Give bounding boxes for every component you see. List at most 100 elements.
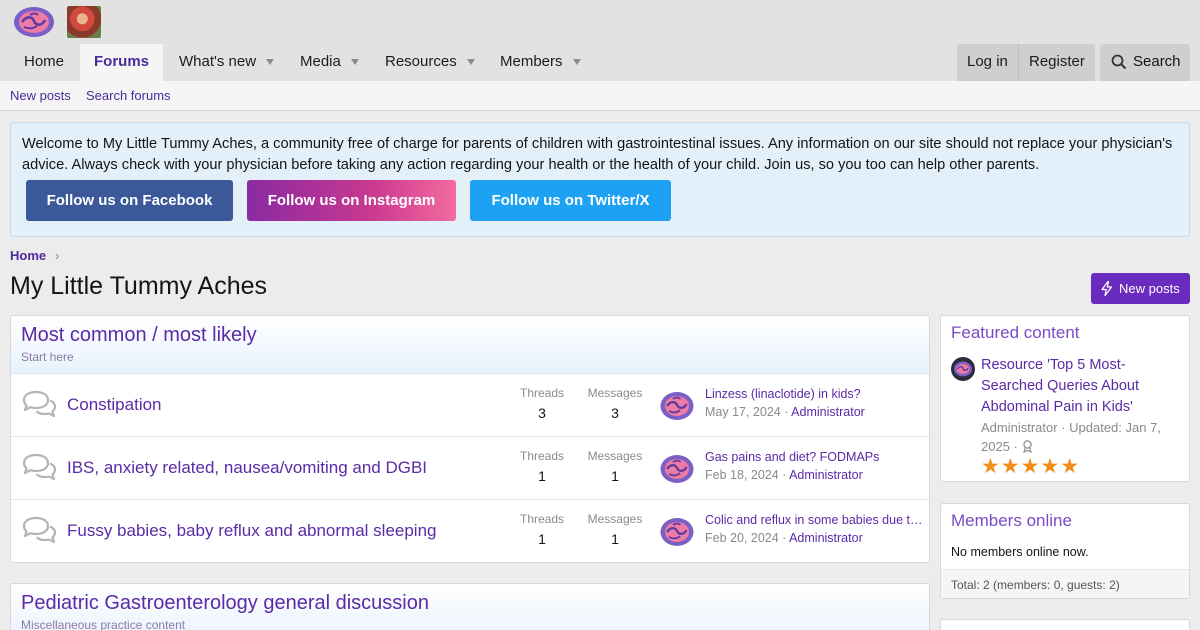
category-header: Pediatric Gastroenterology general discu… [11,584,929,630]
chevron-down-icon[interactable] [466,59,475,66]
welcome-notice: Welcome to My Little Tummy Aches, a comm… [10,122,1190,237]
forum-row: Constipation Threads 3 Messages 3 Linzes… [11,374,929,437]
category-header: Most common / most likely Start here [11,316,929,374]
nav-media[interactable]: Media [286,44,373,81]
avatar[interactable] [659,453,695,485]
award-icon [1022,440,1032,454]
category-block: Pediatric Gastroenterology general discu… [10,583,930,630]
threads-count: 1 [538,531,546,547]
login-button[interactable]: Log in [957,44,1018,81]
header-logo-bar [0,0,1200,44]
last-post-user[interactable]: Administrator [789,468,863,482]
new-posts-link[interactable]: New posts [10,88,71,103]
category-description: Miscellaneous practice content [21,618,186,630]
forum-title[interactable]: Fussy babies, baby reflux and abnormal s… [67,521,437,541]
last-post-title[interactable]: Linzess (linaclotide) in kids? [705,387,923,401]
forum-chat-icon [22,453,57,481]
notice-text: Welcome to My Little Tummy Aches, a comm… [22,136,1173,173]
facebook-button[interactable]: Follow us on Facebook [26,180,233,221]
last-post-date: Feb 20, 2024 [705,531,779,545]
members-online-heading[interactable]: Members online [951,511,1072,531]
members-online-text: No members online now. [951,545,1089,559]
last-post-meta: May 17, 2024 · Administrator [705,405,865,419]
nav-media-label: Media [300,53,341,70]
last-post-date: May 17, 2024 [705,405,781,419]
brain-logo-icon[interactable] [12,5,56,39]
avatar[interactable] [951,357,975,381]
rating-stars: ★★★★★ [981,455,1081,478]
site-photo-logo[interactable] [67,6,101,38]
search-button-label: Search [1133,53,1181,70]
new-posts-button-label: New posts [1119,281,1180,296]
featured-heading[interactable]: Featured content [951,323,1080,343]
threads-count: 3 [538,405,546,421]
last-post-user[interactable]: Administrator [789,531,863,545]
avatar[interactable] [659,516,695,548]
nav-forums-label: Forums [94,53,150,70]
nav-home-label: Home [24,53,65,70]
nav-members-label: Members [500,53,563,70]
forum-title[interactable]: Constipation [67,395,162,415]
nav-home[interactable]: Home [10,44,78,81]
threads-count: 1 [538,468,546,484]
messages-label: Messages [587,449,643,463]
category-title[interactable]: Most common / most likely [21,324,257,347]
messages-count: 1 [611,531,619,547]
register-button[interactable]: Register [1018,44,1095,81]
meta-separator: · [778,531,790,545]
members-online-total: Total: 2 (members: 0, guests: 2) [941,569,1189,598]
chevron-down-icon[interactable] [266,59,275,66]
threads-label: Threads [519,449,565,463]
instagram-button[interactable]: Follow us on Instagram [247,180,456,221]
search-icon [1111,54,1127,70]
brain-logo-icon [954,361,972,377]
page-title: My Little Tummy Aches [10,272,268,300]
nav-resources[interactable]: Resources [371,44,489,81]
category-block: Most common / most likely Start here Con… [10,315,930,563]
forum-title[interactable]: IBS, anxiety related, nausea/vomiting an… [67,458,427,478]
category-description: Start here [21,350,74,364]
last-post-date: Feb 18, 2024 [705,468,779,482]
category-title[interactable]: Pediatric Gastroenterology general discu… [21,592,429,615]
forum-chat-icon [22,390,57,418]
main-nav: Home Forums What's new Media Resources M… [0,44,1200,81]
featured-meta-text: Administrator · Updated: Jan 7, 2025 · [981,420,1161,454]
messages-count: 1 [611,468,619,484]
last-post-meta: Feb 18, 2024 · Administrator [705,468,863,482]
forum-row: Fussy babies, baby reflux and abnormal s… [11,500,929,562]
last-post-title[interactable]: Colic and reflux in some babies due to f… [705,513,923,527]
new-posts-button[interactable]: New posts [1091,273,1190,304]
bolt-icon [1101,281,1113,296]
avatar[interactable] [659,390,695,422]
messages-label: Messages [587,386,643,400]
meta-separator: · [780,405,792,419]
chevron-down-icon[interactable] [350,59,359,66]
nav-whats-new[interactable]: What's new [165,44,288,81]
breadcrumb-separator: › [55,248,60,263]
featured-meta: Administrator · Updated: Jan 7, 2025 · [981,418,1181,456]
nav-whats-new-label: What's new [179,53,257,70]
messages-label: Messages [587,512,643,526]
last-post-meta: Feb 20, 2024 · Administrator [705,531,863,545]
featured-content-widget: Featured content Resource 'Top 5 Most-Se… [940,315,1190,482]
search-button[interactable]: Search [1100,44,1190,81]
search-forums-link[interactable]: Search forums [86,88,171,103]
last-post-title[interactable]: Gas pains and diet? FODMAPs [705,450,923,464]
nav-resources-label: Resources [385,53,457,70]
twitter-button[interactable]: Follow us on Twitter/X [470,180,671,221]
nav-forums[interactable]: Forums [80,44,164,81]
forum-chat-icon [22,516,57,544]
meta-separator: · [778,468,790,482]
chevron-down-icon[interactable] [572,59,581,66]
members-online-widget: Members online No members online now. To… [940,503,1190,599]
sidebar-widget [940,619,1190,630]
threads-label: Threads [519,386,565,400]
featured-title[interactable]: Resource 'Top 5 Most-Searched Queries Ab… [981,355,1181,418]
messages-count: 3 [611,405,619,421]
breadcrumb-home[interactable]: Home [10,248,46,263]
forum-row: IBS, anxiety related, nausea/vomiting an… [11,437,929,500]
last-post-user[interactable]: Administrator [791,405,865,419]
sub-nav: New posts Search forums [0,81,1200,111]
threads-label: Threads [519,512,565,526]
nav-members[interactable]: Members [486,44,595,81]
